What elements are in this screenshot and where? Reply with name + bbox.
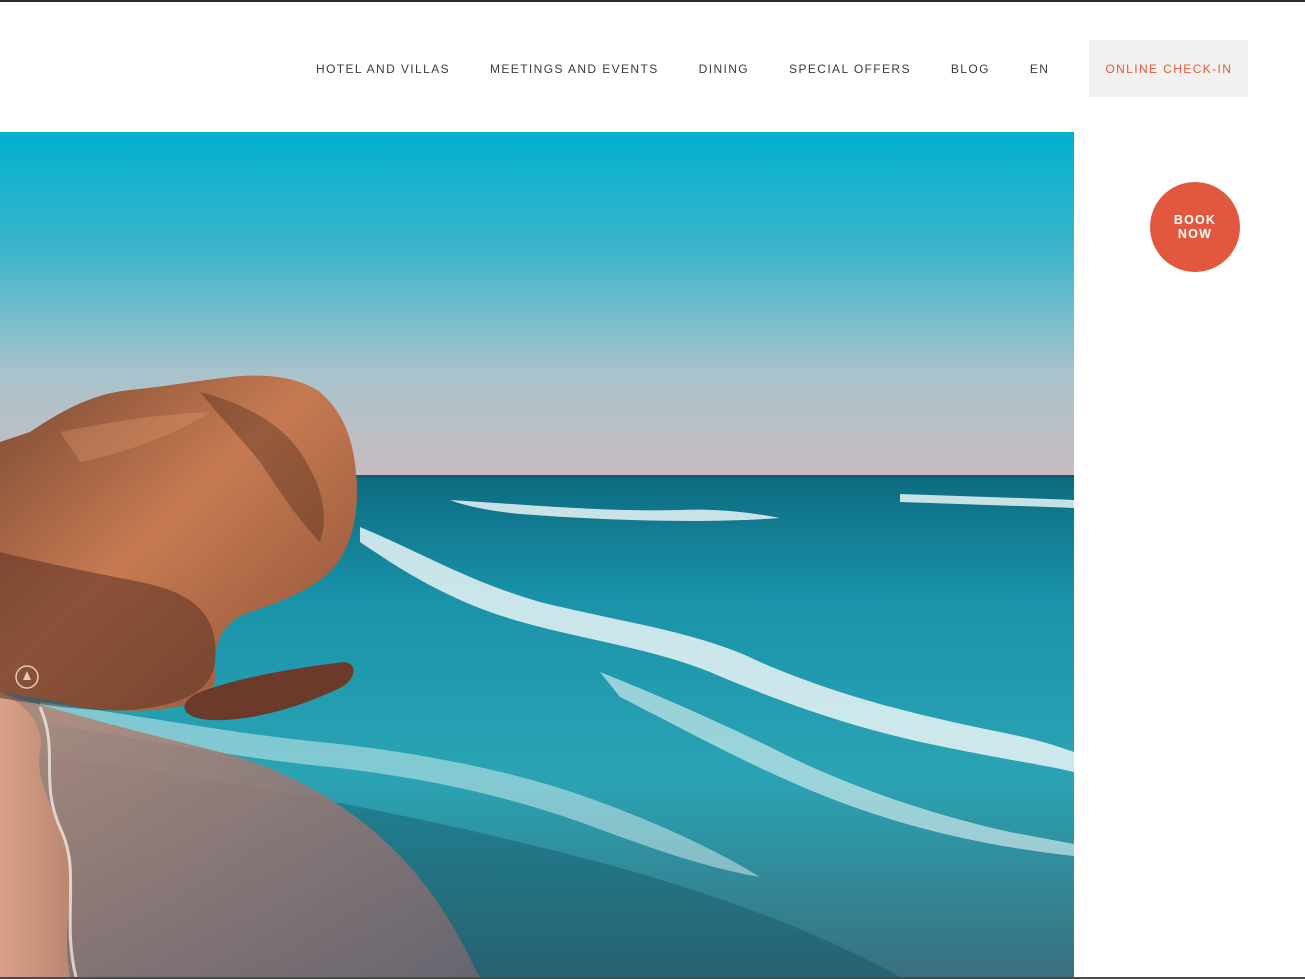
nav-item-hotel-and-villas[interactable]: HOTEL AND VILLAS [296,40,470,97]
play-circle-icon[interactable] [14,664,40,690]
nav-item-meetings-and-events[interactable]: MEETINGS AND EVENTS [470,40,679,97]
nav-item-dining[interactable]: DINING [679,40,769,97]
site-header: HOTEL AND VILLAS MEETINGS AND EVENTS DIN… [0,2,1305,132]
language-selector[interactable]: EN [1010,40,1069,97]
book-now-button[interactable]: BOOK NOW [1150,182,1240,272]
book-now-line1: BOOK [1173,213,1217,227]
nav-item-special-offers[interactable]: SPECIAL OFFERS [769,40,931,97]
main-navigation: HOTEL AND VILLAS MEETINGS AND EVENTS DIN… [296,40,1249,97]
book-now-line2: NOW [1177,227,1213,241]
hero-image [0,132,1074,977]
online-checkin-button[interactable]: ONLINE CHECK-IN [1089,40,1249,97]
nav-item-blog[interactable]: BLOG [931,40,1010,97]
